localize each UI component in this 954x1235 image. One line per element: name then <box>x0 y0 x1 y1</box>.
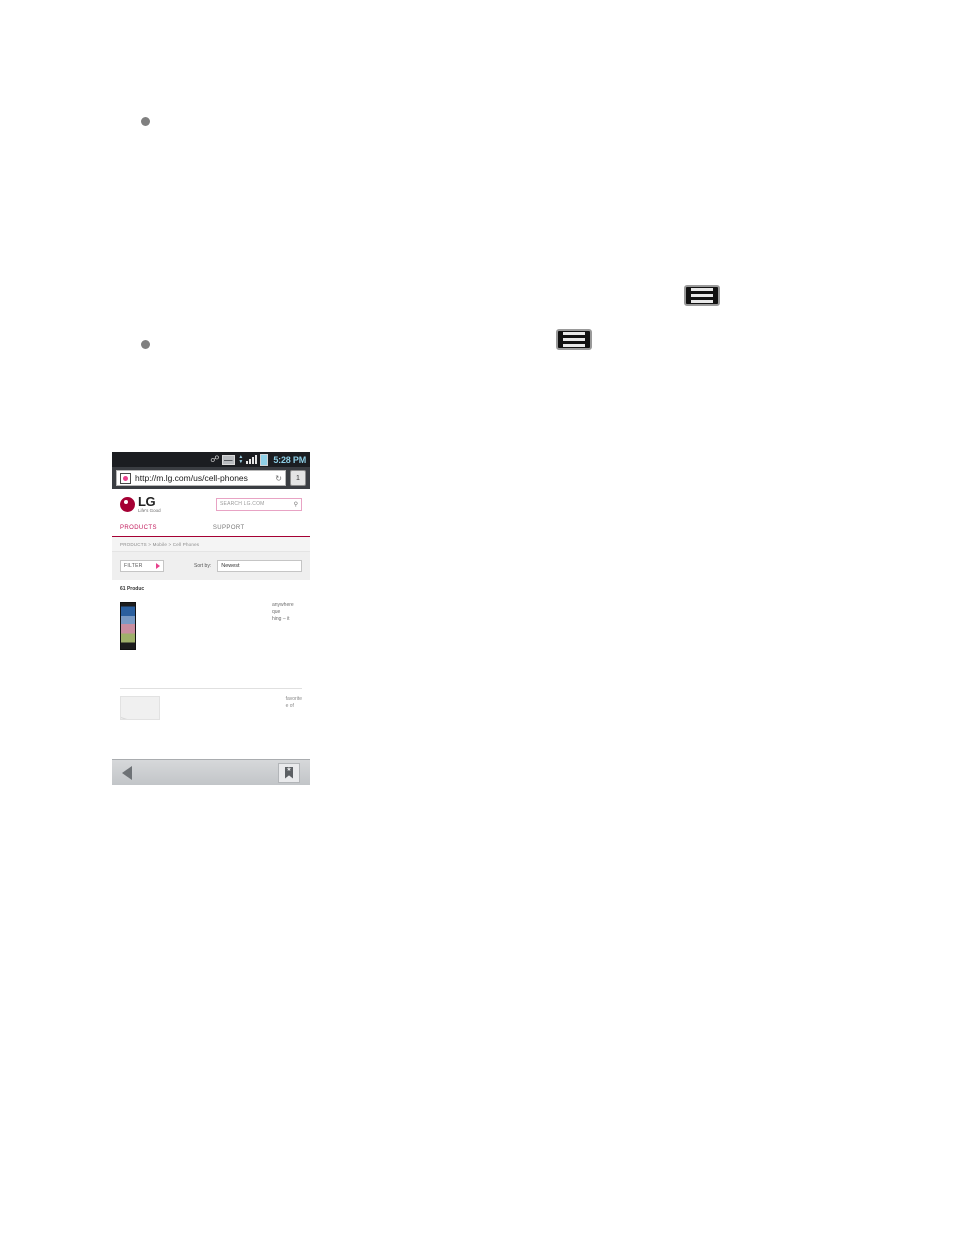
menu-key-icon <box>556 329 592 350</box>
menu-key-icon <box>684 285 720 306</box>
product-copy-line: e of <box>285 703 294 709</box>
product-description: anywhere que hing – it <box>272 602 294 650</box>
battery-icon <box>260 453 269 466</box>
status-bar: ☍ ▲ ▼ 5:28 PM <box>112 452 310 467</box>
bookmark-icon <box>285 766 293 779</box>
product-copy-line: anywhere <box>272 602 294 608</box>
lg-logo[interactable]: LG Life's Good <box>120 495 161 514</box>
product-copy-line: favorite <box>285 696 302 702</box>
bluetooth-icon: ☍ <box>210 454 220 464</box>
results-area: 61 Produc anywhere que hing – it favorit… <box>112 580 310 745</box>
site-favicon-icon <box>120 472 131 484</box>
sort-by-label: Sort by: <box>194 563 212 569</box>
phone-screenshot: ☍ ▲ ▼ 5:28 PM http://m.lg.com/us/cell-pho… <box>112 452 310 785</box>
url-input[interactable]: http://m.lg.com/us/cell-phones ↻ <box>116 470 286 486</box>
bookmark-button[interactable] <box>278 762 300 783</box>
product-description: favorite e of <box>286 696 302 720</box>
result-count: 61 Produc <box>120 586 145 592</box>
back-arrow-icon[interactable] <box>122 765 132 780</box>
sort-select-value: Newest <box>221 563 240 569</box>
filter-button[interactable]: FILTER <box>120 560 164 572</box>
browser-url-bar: http://m.lg.com/us/cell-phones ↻ 1 <box>112 467 310 489</box>
tab-count-button[interactable]: 1 <box>290 470 306 486</box>
sort-select[interactable]: Newest <box>217 560 302 572</box>
status-bar-time: 5:28 PM <box>273 454 306 465</box>
product-thumbnail <box>120 602 136 650</box>
data-transfer-icon: ▲ ▼ <box>238 454 244 465</box>
lg-logo-tagline: Life's Good <box>138 507 161 513</box>
list-divider <box>120 688 302 689</box>
breadcrumb: PRODUCTS > Mobile > Cell Phones <box>112 537 310 552</box>
reload-icon[interactable]: ↻ <box>275 474 282 483</box>
browser-bottom-bar <box>112 759 310 785</box>
message-icon <box>222 454 236 465</box>
filter-bar: FILTER Sort by: Newest <box>112 552 310 580</box>
lg-logo-word: LG <box>138 493 156 509</box>
product-copy-line: hing – it <box>272 616 290 622</box>
signal-bars-icon <box>246 455 258 464</box>
search-input[interactable]: SEARCH LG.COM ⚲ <box>216 497 302 511</box>
product-thumbnail <box>120 696 160 720</box>
search-icon[interactable]: ⚲ <box>294 501 298 508</box>
product-list-item[interactable]: anywhere que hing – it <box>120 602 302 650</box>
breadcrumb-text: PRODUCTS > Mobile > Cell Phones <box>120 541 200 547</box>
caret-right-icon <box>156 563 160 569</box>
nav-item-products[interactable]: PRODUCTS <box>120 525 157 531</box>
nav-item-support[interactable]: SUPPORT <box>213 525 245 531</box>
site-nav: PRODUCTS SUPPORT <box>112 519 310 537</box>
product-list-item[interactable]: favorite e of <box>120 696 302 720</box>
lg-mark-icon <box>120 496 135 512</box>
site-header: LG Life's Good SEARCH LG.COM ⚲ <box>112 489 310 519</box>
product-copy-line: que <box>272 609 281 615</box>
manual-bullet-marker <box>141 117 150 126</box>
filter-button-label: FILTER <box>124 563 143 569</box>
url-text: http://m.lg.com/us/cell-phones <box>135 473 248 483</box>
search-placeholder: SEARCH LG.COM <box>220 501 265 507</box>
manual-bullet-marker <box>141 340 150 349</box>
